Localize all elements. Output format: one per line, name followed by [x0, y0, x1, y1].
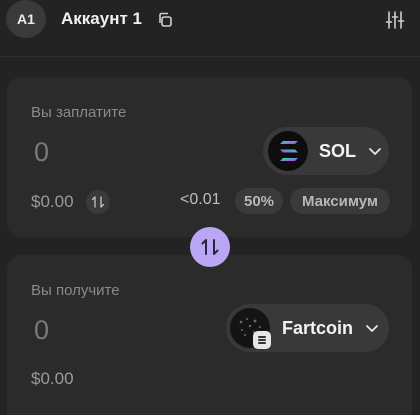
pay-amount-input[interactable]: 0: [34, 137, 49, 168]
swap-arrows-icon: [201, 239, 219, 255]
chevron-down-icon: [369, 148, 381, 155]
swap-direction-button[interactable]: [190, 227, 230, 267]
receive-usd-value: $0.00: [31, 369, 74, 388]
settings-sliders-icon[interactable]: [384, 9, 406, 31]
max-button[interactable]: Максимум: [290, 188, 390, 214]
header: A1 Аккаунт 1: [0, 0, 420, 40]
receive-token-name: Fartcoin: [282, 317, 354, 338]
receive-label: Вы получите: [31, 282, 120, 299]
account-name[interactable]: Аккаунт 1: [61, 9, 142, 29]
solana-logo-icon: [268, 131, 308, 171]
toggle-currency-button[interactable]: [86, 190, 110, 214]
receive-amount: 0: [34, 315, 50, 345]
copy-icon[interactable]: [156, 11, 174, 29]
pay-usd-value: $0.00: [31, 192, 74, 211]
account-avatar[interactable]: A1: [6, 0, 46, 38]
chevron-down-icon: [366, 325, 378, 332]
pay-token-name: SOL: [319, 140, 357, 161]
swap-vertical-icon: [91, 196, 105, 208]
fartcoin-logo-icon: [230, 308, 271, 349]
half-button[interactable]: 50%: [235, 188, 283, 214]
pay-balance: <0.01: [180, 191, 221, 208]
receive-token-selector[interactable]: Fartcoin: [226, 304, 389, 352]
pay-token-selector[interactable]: SOL: [263, 127, 389, 175]
pay-label: Вы заплатите: [31, 104, 127, 121]
pay-card: Вы заплатите 0 SOL $0.00 <0.01 50% Макси…: [7, 77, 412, 237]
header-divider: [0, 56, 420, 57]
receive-card: Вы получите 0 Fartcoin $0.00: [7, 255, 412, 415]
